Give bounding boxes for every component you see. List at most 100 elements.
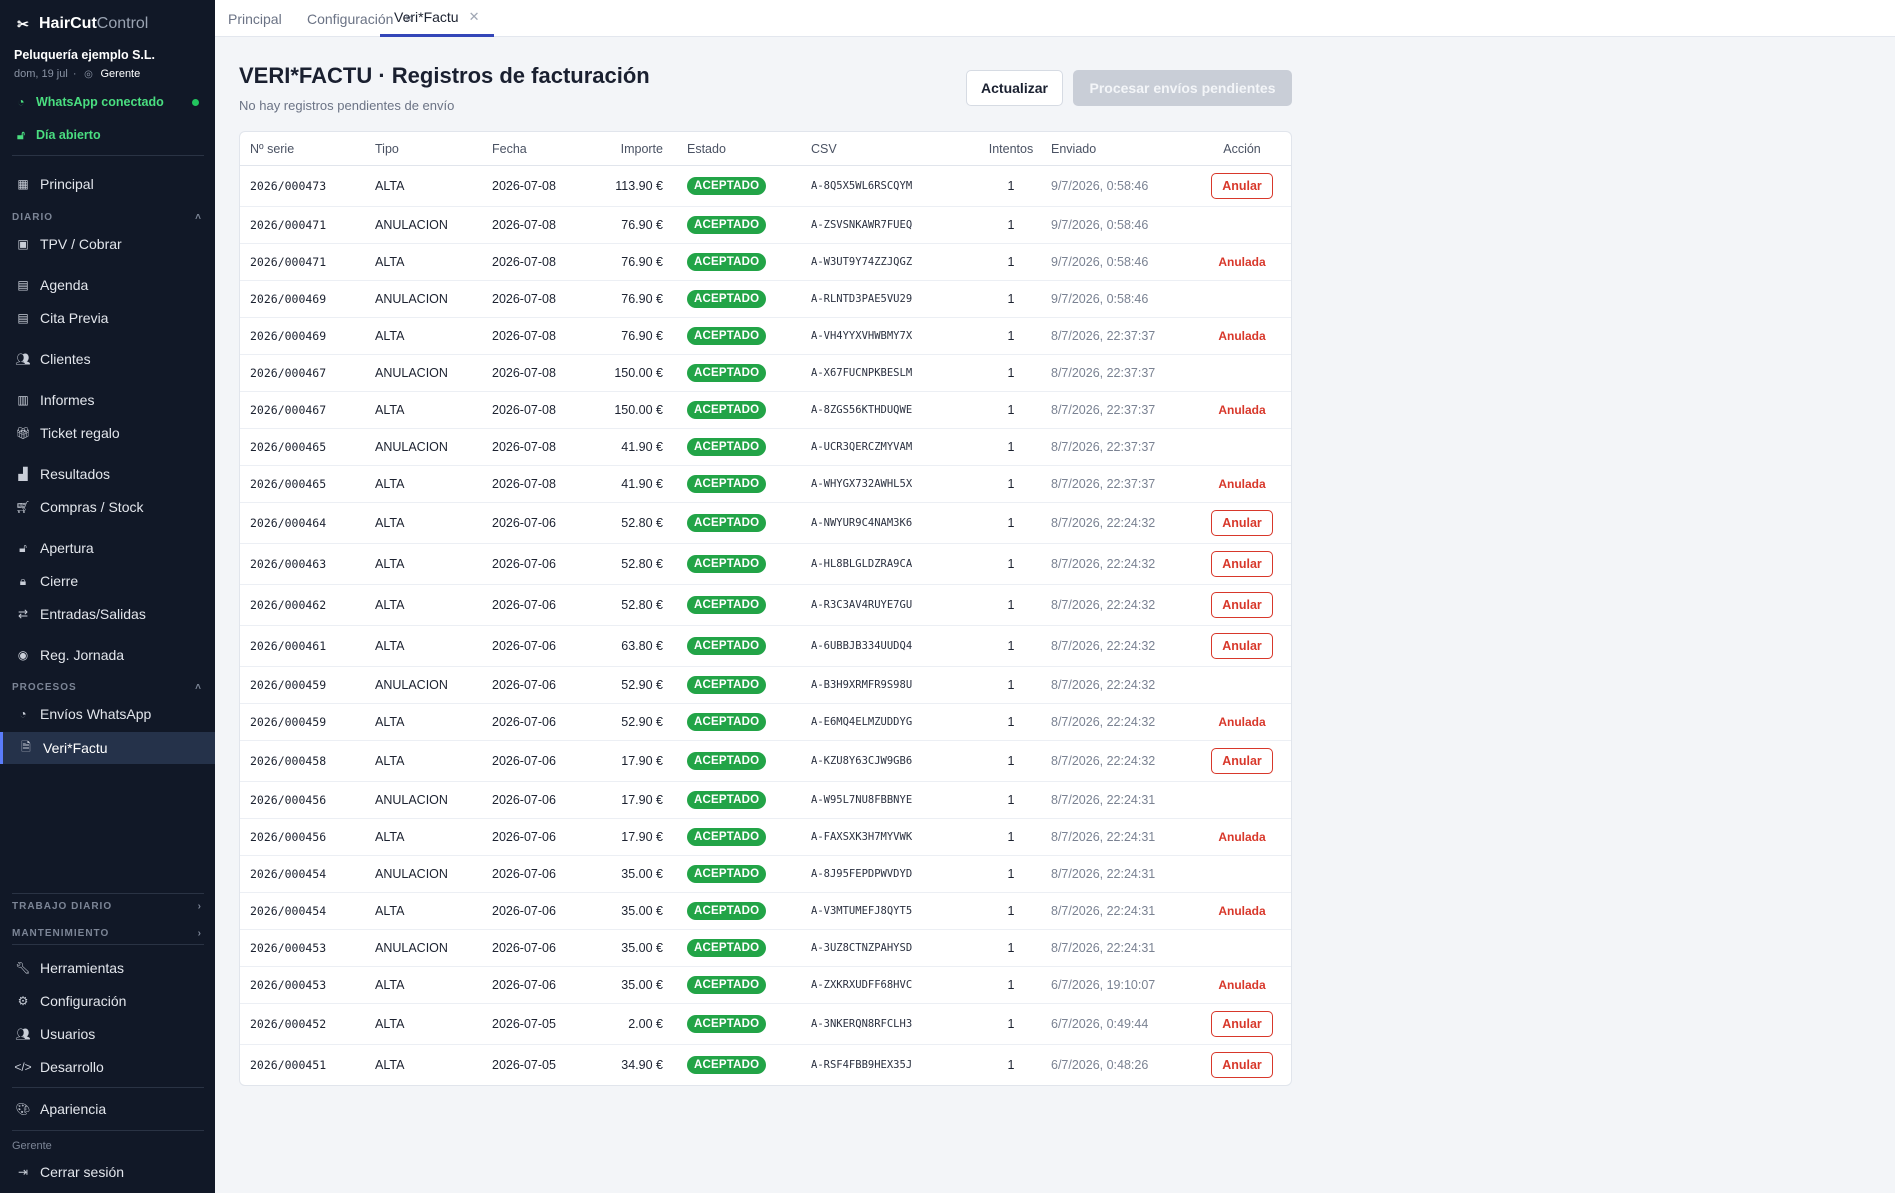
nav-usuarios[interactable]: 👥︎ Usuarios <box>12 1019 215 1049</box>
anular-button[interactable]: Anular <box>1211 592 1273 618</box>
section-label: TRABAJO DIARIO <box>12 901 113 912</box>
nav-envios-whatsapp[interactable]: ◔ Envíos WhatsApp <box>12 699 215 729</box>
anulada-label: Anulada <box>1218 978 1266 992</box>
csv-cell: A-8ZGS56KTHDUQWE <box>811 404 913 416</box>
whatsapp-status[interactable]: ◔ WhatsApp conectado <box>14 95 199 109</box>
nav-tpv[interactable]: ▣ TPV / Cobrar <box>12 229 215 259</box>
enviado-cell: 6/7/2026, 0:48:26 <box>1051 1058 1149 1072</box>
nav-principal[interactable]: ▦ Principal <box>12 169 215 199</box>
status-badge: ACEPTADO <box>687 676 767 694</box>
day-status[interactable]: 🔓︎ Día abierto <box>14 128 101 143</box>
tab-principal[interactable]: Principal <box>228 0 282 37</box>
fecha-cell: 2026-07-05 <box>492 1017 556 1031</box>
enviado-cell: 8/7/2026, 22:24:32 <box>1051 715 1156 729</box>
whatsapp-icon: ◔ <box>19 707 27 721</box>
estado-cell: ACEPTADO <box>687 930 767 966</box>
enviado-cell: 8/7/2026, 22:24:32 <box>1051 598 1156 612</box>
close-icon[interactable]: ✕ <box>469 9 480 25</box>
anular-button[interactable]: Anular <box>1211 748 1273 774</box>
session-meta: dom, 19 jul · ◎ Gerente <box>14 68 141 80</box>
fecha-cell: 2026-07-06 <box>492 904 556 918</box>
nav-compras-stock[interactable]: 🛒︎ Compras / Stock <box>12 492 215 522</box>
csv-cell: A-E6MQ4ELMZUDDYG <box>811 716 913 728</box>
table-row: 2026/000453 ALTA 2026-07-06 35.00 € A-ZXKRXU… <box>240 967 1291 1004</box>
nav-clientes[interactable]: 👥︎ Clientes <box>12 344 215 374</box>
fecha-cell: 2026-07-08 <box>492 179 556 193</box>
nav-reg-jornada[interactable]: ◉ Reg. Jornada <box>12 640 215 670</box>
anular-button[interactable]: Anular <box>1211 1052 1273 1078</box>
serie-cell: 2026/000451 <box>250 1058 327 1072</box>
nav-herramientas[interactable]: 🔧︎ Herramientas <box>12 953 215 983</box>
section-trabajo-diario[interactable]: TRABAJO DIARIO › <box>12 901 202 912</box>
importe-cell: 35.00 € <box>621 978 663 992</box>
refresh-button[interactable]: Actualizar <box>966 70 1063 106</box>
table-row: 2026/000454 ANULACION 2026-07-06 35.00 € A-8… <box>240 856 1291 893</box>
enviado-cell: 8/7/2026, 22:24:32 <box>1051 754 1156 768</box>
nav-informes[interactable]: ▥ Informes <box>12 385 215 415</box>
section-mantenimiento[interactable]: MANTENIMIENTO › <box>12 928 202 939</box>
csv-cell: A-ZXKRXUDFF68HVC <box>811 979 913 991</box>
bar-chart-icon: ▟ <box>18 467 28 481</box>
csv-cell: A-B3H9XRMFR9S98U <box>811 679 913 691</box>
tipo-cell: ALTA <box>375 904 405 918</box>
nav-label: Herramientas <box>40 960 125 976</box>
intentos-cell: 1 <box>1007 715 1015 729</box>
fecha-cell: 2026-07-05 <box>492 1058 556 1072</box>
nav-agenda[interactable]: ▤ Agenda <box>12 270 215 300</box>
csv-cell: A-WHYGX732AWHL5X <box>811 478 913 490</box>
nav-entradas-salidas[interactable]: ⇄ Entradas/Salidas <box>12 599 215 629</box>
enviado-cell: 8/7/2026, 22:24:32 <box>1051 557 1156 571</box>
process-pending-button[interactable]: Procesar envíos pendientes <box>1073 70 1292 106</box>
accion-cell <box>1198 207 1286 243</box>
enviado-cell: 8/7/2026, 22:24:32 <box>1051 516 1156 530</box>
nav-ticket-regalo[interactable]: 🎁︎ Ticket regalo <box>12 418 215 448</box>
nav-label: Cita Previa <box>40 310 109 326</box>
table-row: 2026/000452 ALTA 2026-07-05 2.00 € A-3NKERQN… <box>240 1004 1291 1045</box>
table-header: Nº serie Tipo Fecha Importe Estado CSV I… <box>240 132 1291 166</box>
accion-cell: Anular <box>1198 544 1286 584</box>
gear-icon: ⚙ <box>17 994 29 1008</box>
table-row: 2026/000473 ALTA 2026-07-08 113.90 € A-8Q5X5… <box>240 166 1291 207</box>
nav-apariencia[interactable]: 🎨︎ Apariencia <box>12 1094 215 1124</box>
nav-label: Cierre <box>40 573 79 589</box>
section-diario[interactable]: DIARIO ˄ <box>12 212 202 223</box>
section-procesos[interactable]: PROCESOS ˄ <box>12 682 202 693</box>
anular-button[interactable]: Anular <box>1211 551 1273 577</box>
company-name: Peluquería ejemplo S.L. <box>14 48 156 62</box>
accion-cell: Anulada <box>1198 967 1286 1003</box>
nav-configuracion[interactable]: ⚙ Configuración <box>12 986 215 1016</box>
anulada-label: Anulada <box>1218 830 1266 844</box>
nav-resultados[interactable]: ▟ Resultados <box>12 459 215 489</box>
chevron-up-icon: ˄ <box>195 212 202 223</box>
serie-cell: 2026/000461 <box>250 639 327 653</box>
nav-cita-previa[interactable]: ▤ Cita Previa <box>12 303 215 333</box>
table-row: 2026/000465 ANULACION 2026-07-08 41.90 € A-U… <box>240 429 1291 466</box>
importe-cell: 76.90 € <box>621 255 663 269</box>
accion-cell <box>1198 281 1286 317</box>
csv-cell: A-VH4YYXVHWBMY7X <box>811 330 913 342</box>
tab-verifactu[interactable]: Veri*Factu ✕ <box>380 0 494 37</box>
anular-button[interactable]: Anular <box>1211 173 1273 199</box>
chevron-up-icon: ˄ <box>195 682 202 693</box>
csv-cell: A-UCR3QERCZMYVAM <box>811 441 913 453</box>
nav-verifactu[interactable]: 🗎︎ Veri*Factu <box>0 732 215 764</box>
nav-desarrollo[interactable]: </> Desarrollo <box>12 1052 215 1082</box>
palette-icon: 🎨︎ <box>15 1102 31 1116</box>
intentos-cell: 1 <box>1007 366 1015 380</box>
nav-label: Resultados <box>40 466 111 482</box>
anular-button[interactable]: Anular <box>1211 633 1273 659</box>
anulada-label: Anulada <box>1218 477 1266 491</box>
nav-cerrar-sesion[interactable]: ⇥ Cerrar sesión <box>12 1157 215 1187</box>
anular-button[interactable]: Anular <box>1211 510 1273 536</box>
estado-cell: ACEPTADO <box>687 967 767 1003</box>
enviado-cell: 6/7/2026, 19:10:07 <box>1051 978 1156 992</box>
header-estado: Estado <box>687 142 726 156</box>
importe-cell: 17.90 € <box>621 793 663 807</box>
nav-cierre[interactable]: 🔒︎ Cierre <box>12 566 215 596</box>
importe-cell: 52.80 € <box>621 598 663 612</box>
nav-apertura[interactable]: 🔓︎ Apertura <box>12 533 215 563</box>
fecha-cell: 2026-07-06 <box>492 978 556 992</box>
anular-button[interactable]: Anular <box>1211 1011 1273 1037</box>
status-badge: ACEPTADO <box>687 596 767 614</box>
status-badge: ACEPTADO <box>687 637 767 655</box>
